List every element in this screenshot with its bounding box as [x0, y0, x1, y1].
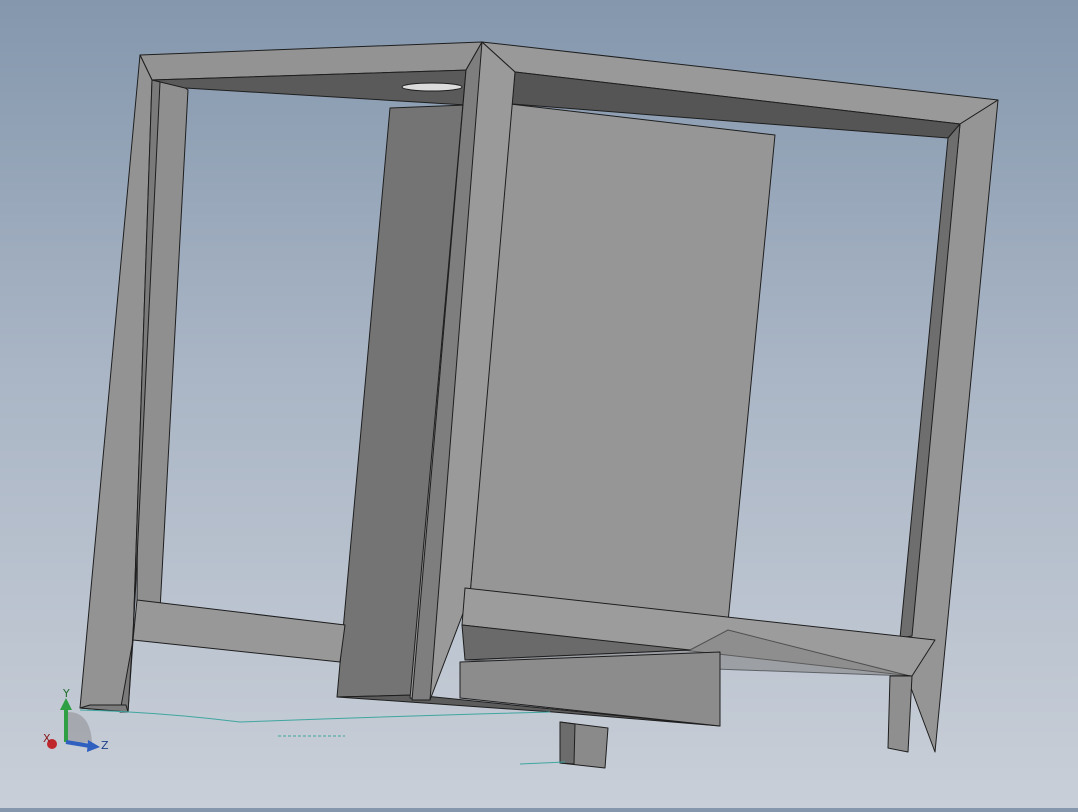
sketch-line-3: [519, 761, 566, 765]
leg-front-right: [887, 675, 913, 753]
graphics-viewport[interactable]: Y X Z: [0, 0, 1078, 808]
triad-shadow: [68, 712, 92, 744]
sketch-line-1: [79, 709, 551, 723]
top-slot-hole: [401, 82, 463, 92]
z-axis-arrow: [87, 740, 100, 752]
model-view[interactable]: [0, 0, 1078, 808]
leg-center-side: [559, 721, 576, 765]
bottom-rail-left: [132, 599, 346, 663]
inner-box-front: [469, 103, 776, 623]
z-axis-line: [65, 740, 91, 748]
y-axis-label: Y: [62, 687, 70, 700]
coordinate-triad: Y X Z: [40, 686, 120, 756]
z-axis-label: Z: [101, 739, 109, 752]
x-axis-label: X: [43, 732, 51, 745]
